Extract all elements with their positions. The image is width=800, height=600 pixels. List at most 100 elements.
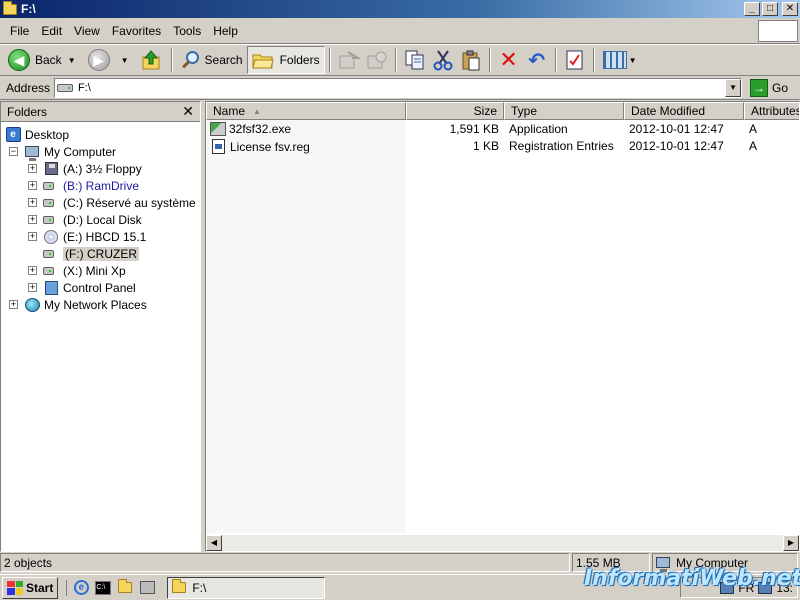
menu-view[interactable]: View xyxy=(68,24,106,38)
quick-launch-misc[interactable] xyxy=(139,580,155,596)
window-controls: _ □ ✕ xyxy=(744,2,798,16)
quick-launch-ie[interactable]: e xyxy=(73,580,89,596)
forward-button[interactable]: ▶ ▼ xyxy=(84,46,137,74)
expand-icon[interactable]: + xyxy=(28,215,37,224)
file-row[interactable]: License fsv.reg 1 KB Registration Entrie… xyxy=(206,138,799,155)
tray-app-icon[interactable] xyxy=(758,581,773,594)
sorted-column-shading xyxy=(206,120,406,533)
column-headers: Name ▲ Size Type Date Modified Attribute… xyxy=(206,102,799,120)
up-button[interactable] xyxy=(137,46,167,74)
address-input[interactable]: F:\ ▼ xyxy=(54,77,743,98)
address-label: Address xyxy=(6,80,51,95)
tree-item-floppy[interactable]: + (A:) 3½ Floppy xyxy=(28,160,142,177)
undo-button[interactable]: ↶ xyxy=(525,48,549,72)
tree-item-desktop[interactable]: e Desktop xyxy=(5,126,69,143)
back-label: Back xyxy=(35,53,62,67)
tree-label: (F:) CRUZER xyxy=(63,246,139,261)
tree-item-my-computer[interactable]: − My Computer xyxy=(9,143,117,161)
network-tray-icon[interactable] xyxy=(720,581,735,594)
menu-edit[interactable]: Edit xyxy=(35,24,68,38)
expand-icon[interactable]: + xyxy=(28,164,37,173)
close-pane-icon[interactable]: ✕ xyxy=(182,103,194,120)
column-header-date-modified[interactable]: Date Modified xyxy=(624,102,744,120)
tree-item-mini-xp[interactable]: + (X:) Mini Xp xyxy=(28,262,126,279)
quick-launch-explorer[interactable] xyxy=(117,579,133,596)
toolbar-separator xyxy=(170,48,173,72)
file-attributes: A xyxy=(749,139,758,153)
tree-item-network-places[interactable]: + My Network Places xyxy=(9,296,147,313)
tree-item-cruzer[interactable]: (F:) CRUZER xyxy=(43,245,139,262)
move-to-button[interactable] xyxy=(337,48,361,72)
maximize-button[interactable]: □ xyxy=(762,2,778,16)
tree-item-system-reserved[interactable]: + (C:) Réservé au système xyxy=(28,194,196,211)
tree-label: My Computer xyxy=(44,144,117,159)
paste-icon xyxy=(462,50,480,71)
my-computer-icon xyxy=(656,557,670,572)
column-header-size[interactable]: Size xyxy=(406,102,504,120)
start-button[interactable]: Start xyxy=(2,576,59,599)
menu-tools[interactable]: Tools xyxy=(167,24,207,38)
sort-ascending-icon: ▲ xyxy=(253,106,261,116)
back-dropdown-icon[interactable]: ▼ xyxy=(68,56,76,65)
copy-button[interactable] xyxy=(403,48,427,72)
properties-icon xyxy=(566,50,583,70)
taskbar-window-button[interactable]: F:\ xyxy=(167,576,326,599)
drive-icon xyxy=(57,83,74,92)
tree-item-ramdrive[interactable]: + (B:) RamDrive xyxy=(28,177,139,194)
go-button[interactable]: → Go xyxy=(750,78,789,97)
views-dropdown-icon[interactable]: ▼ xyxy=(629,56,637,65)
delete-button[interactable]: ✕ xyxy=(497,48,521,72)
floppy-drive-icon xyxy=(44,162,58,175)
forward-dropdown-icon[interactable]: ▼ xyxy=(121,56,129,65)
file-type: Registration Entries xyxy=(509,139,614,153)
menu-help[interactable]: Help xyxy=(207,24,244,38)
paste-button[interactable] xyxy=(459,48,483,72)
windows-flag-icon xyxy=(7,580,23,595)
column-header-name[interactable]: Name ▲ xyxy=(206,102,406,120)
file-date-modified: 2012-10-01 12:47 xyxy=(629,122,724,136)
expand-icon[interactable]: + xyxy=(28,232,37,241)
delete-icon: ✕ xyxy=(499,47,518,72)
status-location: My Computer xyxy=(652,553,798,572)
folders-button[interactable]: Folders xyxy=(246,46,325,74)
properties-button[interactable] xyxy=(563,48,587,72)
views-button[interactable]: ▼ xyxy=(599,46,645,74)
tree-item-local-disk[interactable]: + (D:) Local Disk xyxy=(28,211,142,228)
column-header-attributes[interactable]: Attributes xyxy=(744,102,799,120)
toolbar-separator xyxy=(394,48,397,72)
folders-pane-header: Folders ✕ xyxy=(1,102,200,122)
tree-item-hbcd[interactable]: + (E:) HBCD 15.1 xyxy=(28,228,146,245)
file-size: 1,591 KB xyxy=(449,122,499,136)
expand-icon[interactable]: + xyxy=(9,300,18,309)
file-row[interactable]: 32fsf32.exe 1,591 KB Application 2012-10… xyxy=(206,121,799,138)
scroll-left-icon[interactable]: ◀ xyxy=(206,535,222,551)
tree-item-control-panel[interactable]: + Control Panel xyxy=(28,279,136,296)
go-label: Go xyxy=(772,80,789,95)
expand-icon[interactable]: + xyxy=(28,198,37,207)
menu-favorites[interactable]: Favorites xyxy=(106,24,167,38)
horizontal-scrollbar[interactable]: ◀ ▶ xyxy=(206,535,799,551)
scroll-track[interactable] xyxy=(222,535,783,551)
collapse-icon[interactable]: − xyxy=(9,147,18,156)
expand-icon[interactable]: + xyxy=(28,266,37,275)
status-size: 1.55 MB xyxy=(572,553,650,572)
cut-button[interactable] xyxy=(431,48,455,72)
language-indicator[interactable]: FR xyxy=(738,581,754,595)
expand-icon[interactable]: + xyxy=(28,181,37,190)
address-dropdown-icon[interactable]: ▼ xyxy=(725,78,742,97)
close-button[interactable]: ✕ xyxy=(782,2,798,16)
copy-to-button[interactable] xyxy=(365,48,389,72)
tree-label: My Network Places xyxy=(44,297,147,312)
back-button[interactable]: ◀ Back ▼ xyxy=(4,46,84,74)
status-object-count: 2 objects xyxy=(0,553,570,572)
minimize-button[interactable]: _ xyxy=(744,2,760,16)
menu-file[interactable]: File xyxy=(0,24,35,38)
column-header-type[interactable]: Type xyxy=(504,102,624,120)
expand-icon[interactable]: + xyxy=(28,283,37,292)
quick-launch-cmd[interactable]: C:\ xyxy=(95,580,112,596)
file-name: 32fsf32.exe xyxy=(229,122,292,136)
scroll-right-icon[interactable]: ▶ xyxy=(783,535,799,551)
copy-to-icon xyxy=(367,51,387,69)
undo-icon: ↶ xyxy=(528,49,545,72)
search-button[interactable]: Search xyxy=(177,46,247,74)
